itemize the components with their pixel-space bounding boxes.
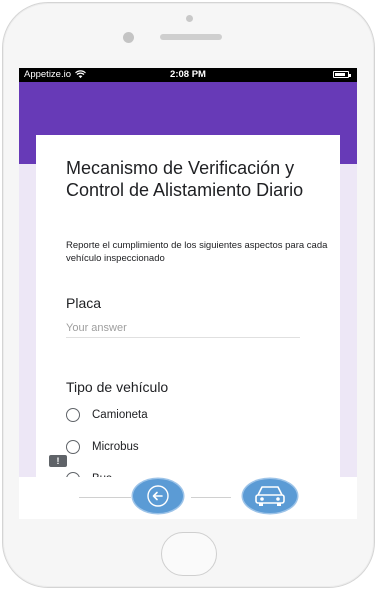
placa-answer-input[interactable] [66, 319, 300, 338]
form-card: Mecanismo de Verificación y Control de A… [36, 129, 340, 519]
form-title: Mecanismo de Verificación y Control de A… [66, 158, 304, 200]
radio-button[interactable] [66, 440, 80, 454]
battery-level [335, 73, 345, 76]
home-button[interactable] [161, 532, 217, 576]
option-camioneta[interactable]: Camioneta [66, 408, 148, 422]
sensor-dot [186, 15, 193, 22]
bar-divider [79, 497, 131, 498]
option-label: Camioneta [92, 409, 148, 421]
device-screen: Appetize.io 2:08 PM Mecanismo de Verific… [19, 68, 357, 519]
bottom-action-bar [19, 477, 357, 519]
vehicle-button[interactable] [243, 479, 297, 513]
battery-icon [333, 71, 351, 78]
question-placa-label: Placa [66, 295, 102, 311]
status-time: 2:08 PM [170, 69, 206, 80]
option-label: Microbus [92, 441, 139, 453]
form-description: Reporte el cumplimiento de los siguiente… [66, 240, 328, 264]
feedback-button[interactable]: ! [49, 455, 67, 467]
arrow-left-icon [147, 485, 169, 507]
car-icon [255, 486, 285, 506]
radio-button[interactable] [66, 408, 80, 422]
front-camera [123, 32, 134, 43]
option-microbus[interactable]: Microbus [66, 440, 139, 454]
bar-divider [191, 497, 231, 498]
status-bar: Appetize.io 2:08 PM [19, 68, 357, 82]
question-tipo-vehiculo-label: Tipo de vehículo [66, 379, 169, 395]
back-button[interactable] [133, 479, 183, 513]
earpiece-speaker [160, 34, 222, 40]
